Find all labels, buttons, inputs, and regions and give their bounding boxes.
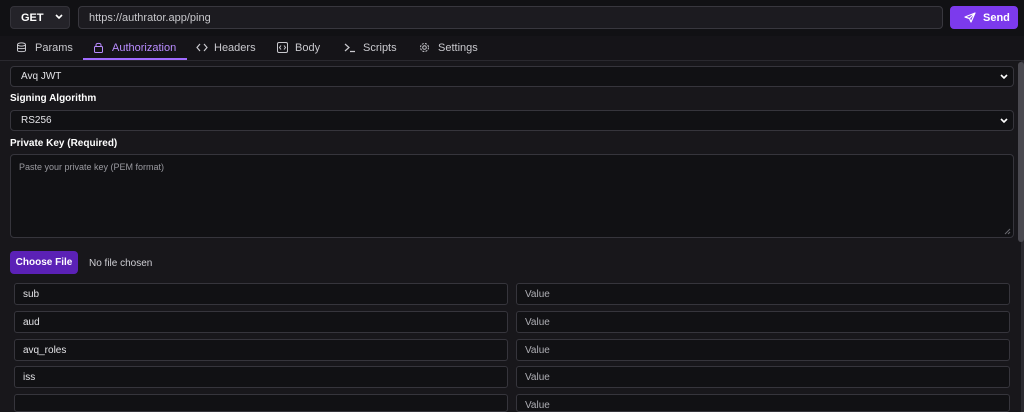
- tab-params[interactable]: Params: [16, 36, 73, 60]
- tab-label: Authorization: [112, 42, 177, 54]
- tab-scripts[interactable]: Scripts: [344, 36, 397, 60]
- database-icon: [17, 42, 26, 53]
- private-key-textarea[interactable]: Paste your private key (PEM format): [10, 154, 1014, 238]
- box-code-icon: [277, 42, 288, 53]
- chevron-down-icon: [1000, 74, 1008, 80]
- auth-type-select[interactable]: Avq JWT: [10, 66, 1014, 87]
- signing-algorithm-select[interactable]: RS256: [10, 110, 1014, 131]
- claim-key-input[interactable]: iss: [14, 366, 508, 388]
- claim-key-input[interactable]: aud: [14, 311, 508, 333]
- claim-value-input[interactable]: Value: [516, 394, 1010, 412]
- claim-value-input[interactable]: Value: [516, 366, 1010, 388]
- claim-value-input[interactable]: Value: [516, 339, 1010, 361]
- scrollbar-thumb[interactable]: [1018, 62, 1024, 242]
- method-label: GET: [21, 12, 44, 24]
- tab-label: Scripts: [363, 42, 397, 54]
- send-button[interactable]: Send: [950, 6, 1018, 29]
- tab-label: Headers: [214, 42, 256, 54]
- private-key-label: Private Key (Required): [10, 138, 118, 149]
- file-status-text: No file chosen: [89, 258, 153, 269]
- tab-body[interactable]: Body: [277, 36, 321, 60]
- choose-file-button[interactable]: Choose File: [10, 251, 78, 274]
- gear-icon: [420, 43, 429, 52]
- claim-key-input[interactable]: [14, 394, 508, 412]
- request-tabs: Params Authorization Headers Body Script…: [0, 36, 1024, 61]
- auth-type-value: Avq JWT: [21, 71, 62, 82]
- signing-algorithm-value: RS256: [21, 115, 52, 126]
- claim-value-input[interactable]: Value: [516, 283, 1010, 305]
- active-tab-indicator: [83, 58, 187, 60]
- send-icon: [964, 12, 976, 23]
- request-bar: GET https://authrator.app/ping Send: [0, 0, 1024, 36]
- chevron-down-icon: [1000, 118, 1008, 124]
- terminal-icon: [344, 43, 355, 53]
- tab-authorization[interactable]: Authorization: [83, 36, 187, 60]
- resize-handle-icon[interactable]: [1004, 228, 1011, 235]
- tab-label: Params: [35, 42, 73, 54]
- tab-settings[interactable]: Settings: [419, 36, 478, 60]
- chevron-down-icon: [55, 14, 63, 20]
- lock-icon: [94, 42, 103, 53]
- url-input[interactable]: https://authrator.app/ping: [78, 6, 943, 29]
- send-label: Send: [983, 12, 1010, 24]
- code-icon: [196, 43, 208, 52]
- method-select[interactable]: GET: [10, 6, 70, 29]
- tab-headers[interactable]: Headers: [196, 36, 256, 60]
- claim-key-input[interactable]: avq_roles: [14, 339, 508, 361]
- claim-value-input[interactable]: Value: [516, 311, 1010, 333]
- tab-label: Body: [295, 42, 321, 54]
- private-key-placeholder: Paste your private key (PEM format): [19, 162, 165, 172]
- tab-label: Settings: [438, 42, 478, 54]
- claim-key-input[interactable]: sub: [14, 283, 508, 305]
- signing-algorithm-label: Signing Algorithm: [10, 93, 97, 104]
